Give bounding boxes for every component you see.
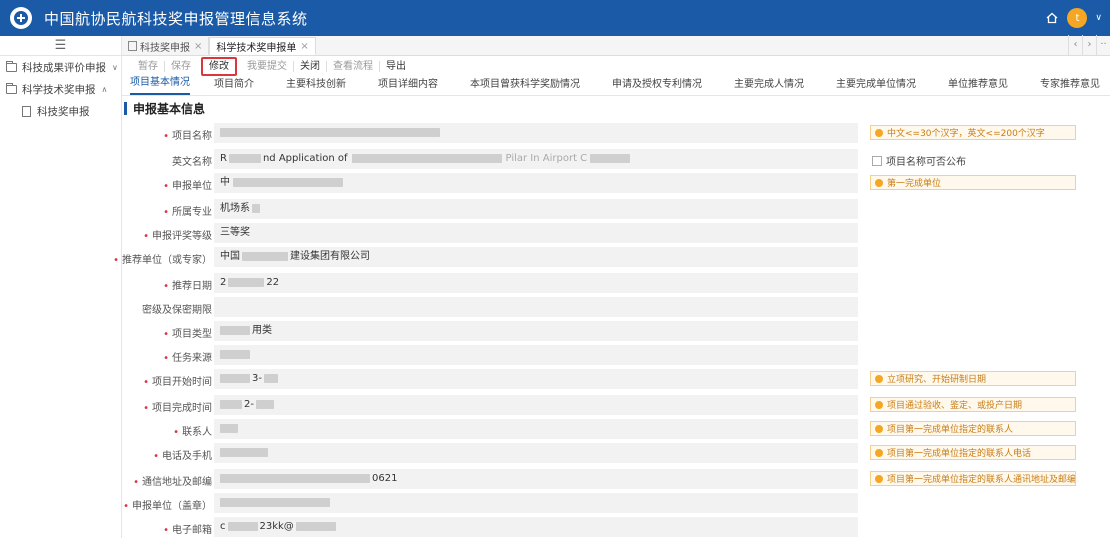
form-row-contact: • 联系人 项目第一完成单位指定的联系人 <box>122 418 1110 440</box>
hint-tip: 项目第一完成单位指定的联系人通讯地址及邮编 <box>870 471 1076 486</box>
tab-details[interactable]: 项目详细内容 <box>378 75 438 95</box>
start-time-field[interactable]: 3- <box>214 369 858 389</box>
form-row-english-name: 英文名称 Rnd Application of Pilar In Airport … <box>122 148 1110 170</box>
project-name-field[interactable] <box>214 123 858 143</box>
tab-main-units[interactable]: 主要完成单位情况 <box>836 75 916 95</box>
chevron-left-icon[interactable]: ‹ <box>1068 35 1082 55</box>
phone-field[interactable] <box>214 443 858 463</box>
tab-patents[interactable]: 申请及授权专利情况 <box>612 75 702 95</box>
document-icon <box>22 105 31 117</box>
tab-awards[interactable]: 本项目曾获科学奖励情况 <box>470 75 580 95</box>
address-field[interactable]: 0621 <box>214 469 858 489</box>
home-icon[interactable] <box>1045 11 1059 25</box>
hint-tip: 第一完成单位 <box>870 175 1076 190</box>
publish-name-checkbox[interactable]: 项目名称可否公布 <box>872 153 966 168</box>
tab-innovation[interactable]: 主要科技创新 <box>286 75 346 95</box>
submit-button[interactable]: 我要提交 <box>241 60 294 72</box>
tab-unit-opinion[interactable]: 单位推荐意见 <box>948 75 1008 95</box>
sidebar-item-evaluation[interactable]: 科技成果评价申报 ∨ <box>0 56 121 78</box>
english-name-field[interactable]: Rnd Application of Pilar In Airport C <box>214 149 858 169</box>
sidebar-item-science-award[interactable]: 科学技术奖申报 ∧ <box>0 78 121 100</box>
section-tabs: 项目基本情况 项目简介 主要科技创新 项目详细内容 本项目曾获科学奖励情况 申请… <box>122 76 1110 96</box>
tab-award-apply[interactable]: 科技奖申报 × <box>122 37 210 55</box>
major-field[interactable]: 机场系 <box>214 199 858 219</box>
info-icon <box>875 374 883 383</box>
sidebar-subitem-award-apply[interactable]: 科技奖申报 <box>0 100 121 122</box>
info-icon <box>875 178 883 187</box>
chevron-down-icon: ∨ <box>112 62 118 72</box>
tab-award-form[interactable]: 科学技术奖申报单 × <box>209 37 316 55</box>
menu-toggle-icon[interactable]: ☰ <box>0 36 121 56</box>
info-icon <box>875 448 883 457</box>
chevron-right-icon[interactable]: › <box>1082 35 1096 55</box>
task-source-field[interactable] <box>214 345 858 365</box>
app-title: 中国航协民航科技奖申报管理信息系统 <box>44 9 308 28</box>
export-button[interactable]: 导出 <box>380 61 412 72</box>
email-field[interactable]: c 23kk@ <box>214 517 858 537</box>
form-row-end-time: • 项目完成时间 2- 项目通过验收、鉴定、或投产日期 <box>122 394 1110 416</box>
document-icon <box>128 41 137 51</box>
folder-icon <box>6 60 17 72</box>
app-header: 中国航协民航科技奖申报管理信息系统 t ∨ <box>0 0 1110 36</box>
close-icon[interactable]: × <box>194 41 202 52</box>
form-row-email: • 电子邮箱 c 23kk@ <box>122 516 1110 538</box>
hint-tip: 立项研究、开始研制日期 <box>870 371 1076 386</box>
form-row-address: • 通信地址及邮编 0621 项目第一完成单位指定的联系人通讯地址及邮编 <box>122 468 1110 490</box>
save-button[interactable]: 保存 <box>165 61 197 72</box>
view-flow-button[interactable]: 查看流程 <box>327 60 380 72</box>
contact-field[interactable] <box>214 419 858 439</box>
applicant-unit-field[interactable]: 中 <box>214 173 858 193</box>
hint-tip: 项目第一完成单位指定的联系人电话 <box>870 445 1076 460</box>
hint-tip: 项目第一完成单位指定的联系人 <box>870 421 1076 436</box>
form-row-recommend-date: • 推荐日期 2 22 <box>122 272 1110 294</box>
chevron-up-icon: ∧ <box>101 84 108 94</box>
save-draft-button[interactable]: 暂存 <box>132 60 165 72</box>
form-row-phone: • 电话及手机 项目第一完成单位指定的联系人电话 <box>122 442 1110 464</box>
sidebar-item-label: 科技奖申报 <box>37 105 90 118</box>
tab-summary[interactable]: 项目简介 <box>214 75 254 95</box>
toolbar: 暂存 保存 修改 我要提交 关闭 查看流程 导出 <box>122 56 1110 76</box>
form-row-seal-unit: • 申报单位（盖章） <box>122 492 1110 514</box>
info-icon <box>875 128 883 137</box>
secret-level-field[interactable] <box>214 297 858 317</box>
info-icon <box>875 424 883 433</box>
form-row-award-level: • 申报评奖等级 三等奖 <box>122 222 1110 244</box>
form-row-major: • 所属专业 机场系 <box>122 198 1110 220</box>
logo-icon <box>10 7 32 29</box>
close-icon[interactable]: × <box>300 41 308 52</box>
tab-expert-opinion[interactable]: 专家推荐意见 <box>1040 75 1100 95</box>
sidebar: ☰ 科技成果评价申报 ∨ 科学技术奖申报 ∧ 科技奖申报 <box>0 36 122 538</box>
seal-unit-field[interactable] <box>214 493 858 513</box>
tab-basic-info[interactable]: 项目基本情况 <box>130 73 190 95</box>
project-type-field[interactable]: 用类 <box>214 321 858 341</box>
tab-bar: 科技奖申报 × 科学技术奖申报单 × ‹ › ·· <box>122 35 1110 56</box>
form-row-start-time: • 项目开始时间 3- 立项研究、开始研制日期 <box>122 368 1110 390</box>
recommend-date-field[interactable]: 2 22 <box>214 273 858 293</box>
form-row-secret-level: 密级及保密期限 <box>122 296 1110 318</box>
chevron-down-icon[interactable]: ∨ <box>1095 13 1102 23</box>
form-row-task-source: • 任务来源 <box>122 344 1110 366</box>
form-row-applicant-unit: • 申报单位 中 第一完成单位 <box>122 172 1110 194</box>
recommender-field[interactable]: 中国 建设集团有限公司 <box>214 247 858 267</box>
sidebar-item-label: 科技成果评价申报 <box>22 61 106 74</box>
end-time-field[interactable]: 2- <box>214 395 858 415</box>
hint-tip: 中文<=30个汉字，英文<=200个汉字 <box>870 125 1076 140</box>
info-icon <box>875 474 883 483</box>
more-icon[interactable]: ·· <box>1096 35 1110 55</box>
form-row-project-type: • 项目类型 用类 <box>122 320 1110 342</box>
info-icon <box>875 400 883 409</box>
sidebar-item-label: 科学技术奖申报 <box>22 83 96 96</box>
modify-button[interactable]: 修改 <box>201 56 237 76</box>
folder-icon <box>6 82 17 94</box>
close-button[interactable]: 关闭 <box>294 60 327 72</box>
avatar[interactable]: t <box>1067 8 1088 28</box>
form-row-recommender: • 推荐单位（或专家） 中国 建设集团有限公司 <box>113 246 1110 268</box>
form-row-project-name: • 项目名称 中文<=30个汉字，英文<=200个汉字 <box>122 122 1110 144</box>
tab-main-people[interactable]: 主要完成人情况 <box>734 75 804 95</box>
hint-tip: 项目通过验收、鉴定、或投产日期 <box>870 397 1076 412</box>
award-level-field[interactable]: 三等奖 <box>214 223 858 243</box>
section-title: 申报基本信息 <box>124 101 205 116</box>
